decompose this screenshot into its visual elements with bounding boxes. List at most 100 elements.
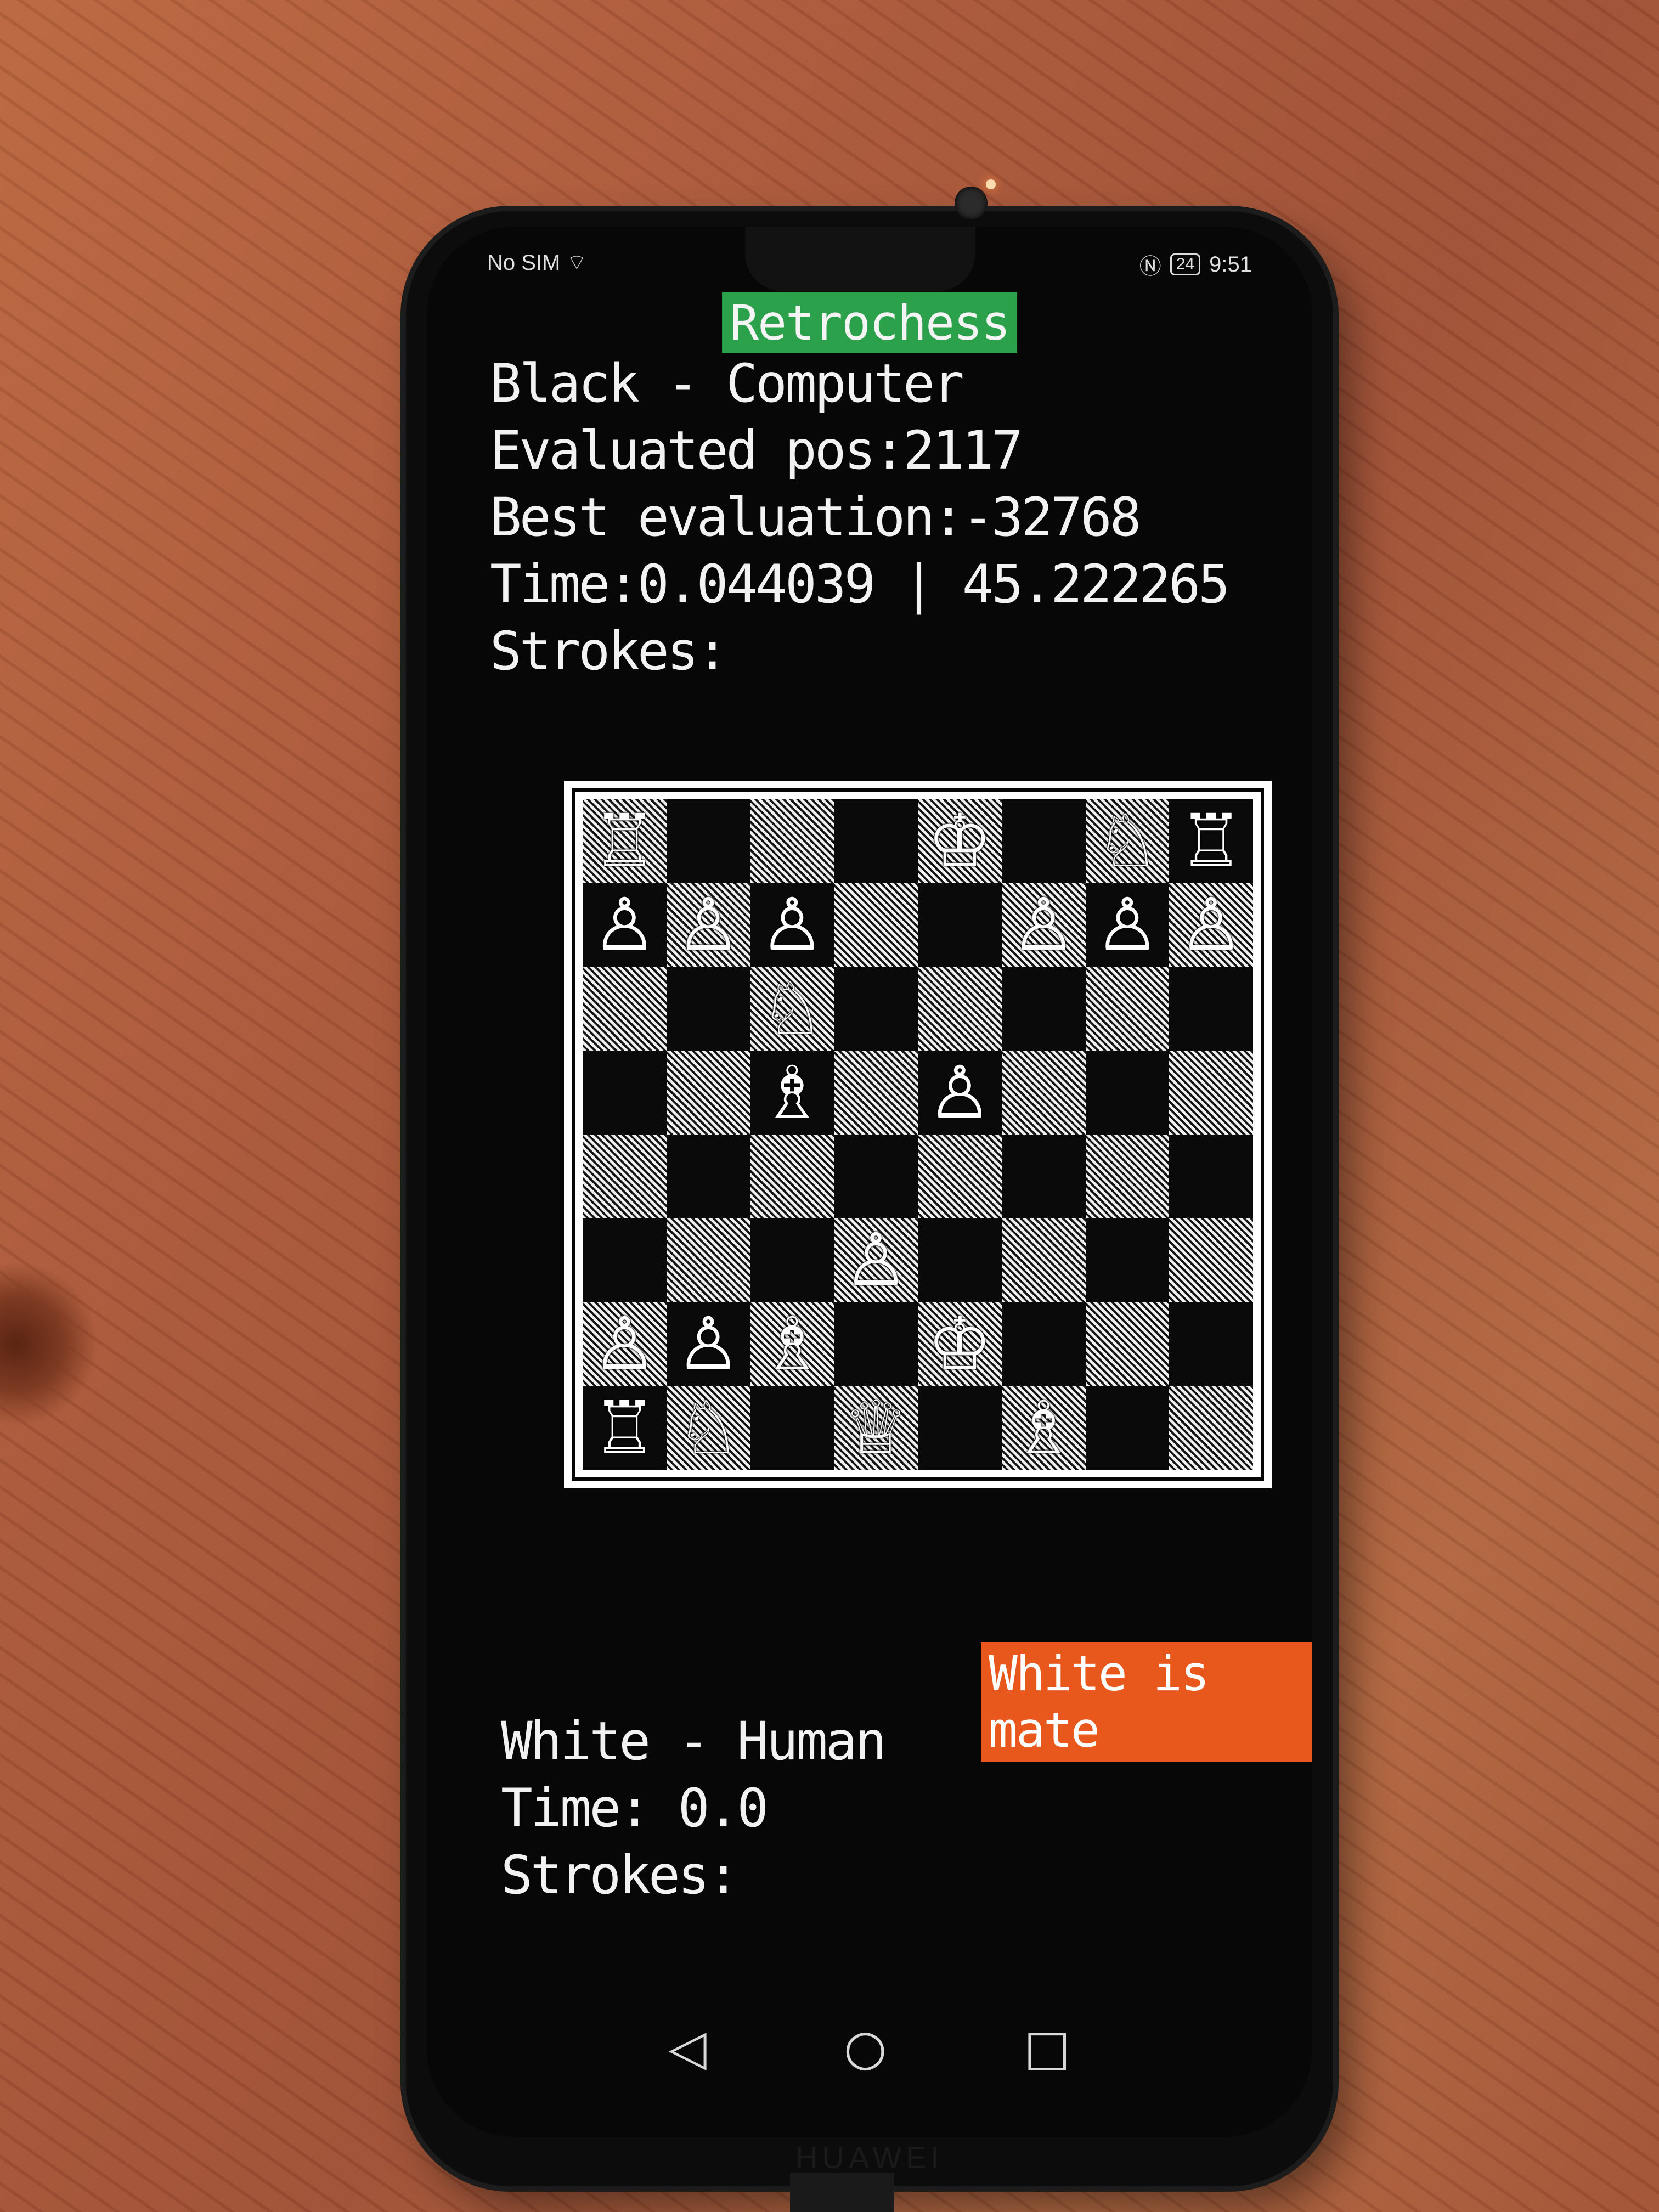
board-square[interactable]: ♖: [1169, 799, 1253, 883]
board-square[interactable]: ♙: [583, 1302, 667, 1386]
board-square[interactable]: [834, 883, 918, 967]
chess-piece: ♖: [1178, 799, 1244, 884]
board-square[interactable]: [1085, 1051, 1170, 1135]
board-square[interactable]: [750, 799, 834, 883]
chess-piece: ♗: [1011, 1385, 1076, 1470]
chess-board[interactable]: ♖ ♔ ♘ ♖ ♙ ♙ ♙ ♙ ♙ ♙ ♘ ♗ ♙ ♙ ♙ ♙ ♗ ♔ ♖ ♘ ♕ ♗: [583, 799, 1253, 1470]
board-square[interactable]: [666, 1218, 751, 1302]
board-square[interactable]: ♙: [666, 883, 751, 967]
board-square[interactable]: [750, 1135, 834, 1218]
chess-piece: ♙: [1011, 883, 1076, 968]
board-square[interactable]: [666, 1135, 751, 1218]
board-square[interactable]: [1169, 1051, 1253, 1135]
board-square[interactable]: [834, 1302, 918, 1386]
board-square[interactable]: [918, 1135, 1002, 1218]
black-time: Time:0.044039 | 45.222265: [490, 554, 1230, 615]
chess-piece: ♙: [592, 883, 657, 968]
recent-apps-button[interactable]: □: [1024, 2019, 1070, 2076]
board-square[interactable]: [918, 883, 1002, 967]
board-square[interactable]: [1169, 1218, 1253, 1302]
board-square[interactable]: ♙: [750, 883, 834, 968]
battery-icon: 24: [1170, 253, 1201, 275]
chess-piece: ♙: [759, 883, 825, 968]
board-square[interactable]: [1085, 967, 1170, 1051]
game-status-message: White is mate: [981, 1642, 1312, 1762]
board-square[interactable]: [834, 967, 918, 1051]
board-square[interactable]: ♔: [918, 799, 1002, 883]
board-square[interactable]: ♔: [918, 1302, 1002, 1386]
black-player: Black - Computer: [490, 353, 964, 414]
board-square[interactable]: ♗: [750, 1302, 834, 1386]
board-square[interactable]: ♙: [918, 1051, 1002, 1135]
status-right: Ⓝ 24 9:51: [1139, 249, 1252, 280]
board-square[interactable]: [666, 799, 751, 883]
board-square[interactable]: [1169, 1135, 1253, 1218]
board-square[interactable]: ♕: [834, 1386, 918, 1470]
board-square[interactable]: [666, 967, 751, 1051]
chess-board-border: ♖ ♔ ♘ ♖ ♙ ♙ ♙ ♙ ♙ ♙ ♘ ♗ ♙ ♙ ♙ ♙ ♗ ♔ ♖ ♘ ♕ ♗: [572, 788, 1264, 1481]
carrier-status: No SIM ⌔: [487, 249, 587, 276]
board-square[interactable]: [1001, 1218, 1086, 1302]
board-square[interactable]: [918, 1218, 1002, 1302]
board-square[interactable]: ♗: [1001, 1385, 1086, 1470]
board-square[interactable]: [1085, 1135, 1170, 1218]
board-square[interactable]: [1085, 1302, 1170, 1386]
board-square[interactable]: [583, 1135, 667, 1218]
board-square[interactable]: ♗: [750, 1051, 834, 1135]
board-square[interactable]: [834, 1051, 918, 1135]
board-square[interactable]: ♙: [1001, 883, 1086, 968]
board-square[interactable]: [750, 1386, 834, 1470]
home-button[interactable]: ○: [844, 2019, 887, 2076]
white-panel: White - Human Time: 0.0 Strokes:: [501, 1708, 887, 1909]
chess-piece: ♘: [675, 1385, 741, 1470]
chess-piece: ♙: [1178, 883, 1244, 968]
evaluated-positions: Evaluated pos:2117: [490, 420, 1023, 481]
clock: 9:51: [1209, 252, 1252, 276]
board-square[interactable]: [1001, 1051, 1086, 1135]
white-strokes: Strokes:: [501, 1844, 739, 1906]
chess-piece: ♔: [927, 799, 992, 884]
board-square[interactable]: [1001, 1302, 1086, 1386]
board-square[interactable]: ♙: [583, 883, 667, 967]
board-square[interactable]: [918, 967, 1002, 1051]
screen: No SIM ⌔ Ⓝ 24 9:51 Retrochess Black - Co…: [427, 227, 1312, 2137]
board-square[interactable]: [834, 1135, 918, 1218]
app-title: Retrochess: [722, 292, 1017, 353]
best-evaluation: Best evaluation:-32768: [490, 487, 1142, 548]
board-square[interactable]: [583, 1218, 667, 1302]
board-square[interactable]: [583, 1051, 667, 1135]
board-square[interactable]: [1169, 1302, 1253, 1386]
board-square[interactable]: [1085, 1218, 1170, 1302]
chess-piece: ♖: [592, 1385, 657, 1470]
board-square[interactable]: [1169, 967, 1253, 1051]
board-square[interactable]: [1169, 1386, 1253, 1470]
board-square[interactable]: ♙: [666, 1302, 751, 1386]
board-square[interactable]: [918, 1386, 1002, 1470]
black-strokes: Strokes:: [490, 620, 728, 682]
board-square[interactable]: ♘: [1085, 799, 1170, 883]
front-camera: [955, 187, 988, 219]
chess-piece: ♙: [1094, 883, 1160, 968]
board-square[interactable]: ♘: [750, 966, 834, 1051]
board-square[interactable]: [1001, 1135, 1086, 1218]
chess-piece: ♙: [843, 1218, 909, 1303]
board-square[interactable]: ♖: [583, 799, 667, 883]
board-square[interactable]: [834, 799, 918, 883]
chess-piece: ♘: [759, 966, 825, 1051]
chess-piece: ♖: [592, 799, 657, 884]
board-square[interactable]: ♙: [1085, 883, 1170, 968]
board-square[interactable]: ♙: [1169, 883, 1253, 967]
board-square[interactable]: [1085, 1386, 1170, 1470]
board-square[interactable]: [666, 1051, 751, 1135]
board-square[interactable]: [1001, 967, 1086, 1051]
black-panel: Black - Computer Evaluated pos:2117 Best…: [490, 350, 1230, 685]
board-square[interactable]: ♘: [666, 1385, 751, 1470]
board-square[interactable]: [750, 1218, 834, 1302]
nfc-icon: Ⓝ: [1139, 255, 1161, 279]
board-square[interactable]: [1001, 799, 1086, 883]
board-square[interactable]: ♖: [583, 1386, 667, 1470]
back-button[interactable]: ◁: [669, 2019, 707, 2076]
board-square[interactable]: ♙: [834, 1218, 918, 1302]
board-square[interactable]: [583, 967, 667, 1051]
wifi-icon: ⌔: [566, 251, 588, 275]
